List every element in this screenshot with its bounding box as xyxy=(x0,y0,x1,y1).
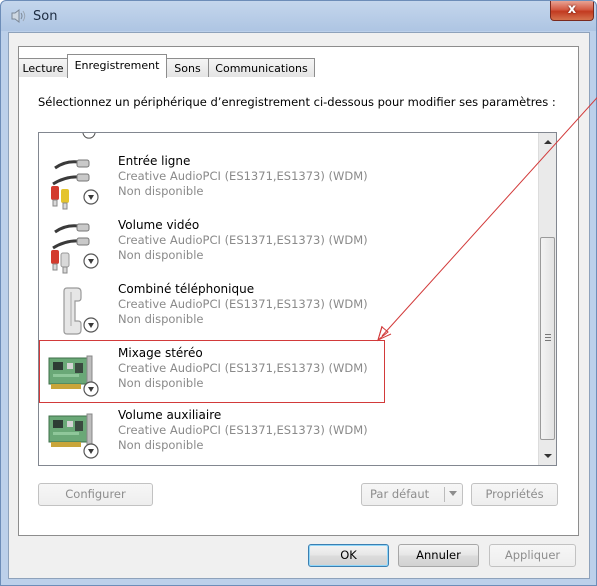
dropdown-arrow-icon[interactable] xyxy=(448,490,458,498)
apply-button[interactable]: Appliquer xyxy=(489,544,576,567)
cancel-button[interactable]: Annuler xyxy=(398,544,479,567)
separator xyxy=(444,487,445,502)
set-default-button[interactable]: Par défaut xyxy=(361,483,463,506)
configure-button[interactable]: Configurer xyxy=(38,483,153,506)
tab-enregistrement[interactable]: Enregistrement xyxy=(67,54,167,78)
ok-button[interactable]: OK xyxy=(308,544,389,567)
set-default-label: Par défaut xyxy=(370,487,430,501)
properties-button[interactable]: Propriétés xyxy=(471,483,558,506)
